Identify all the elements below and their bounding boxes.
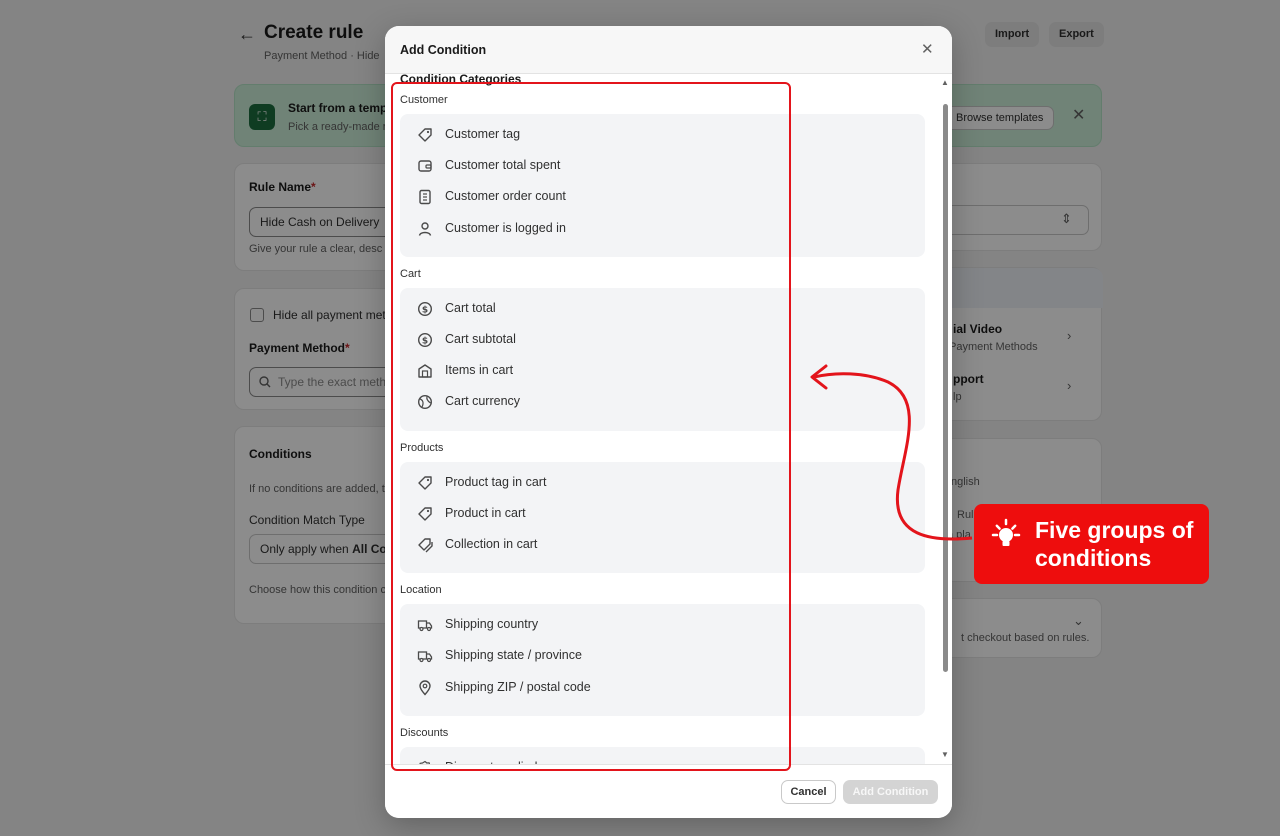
callout-line-2: conditions — [1035, 545, 1152, 571]
annotation-callout: Five groups of conditions — [974, 504, 1209, 584]
lightbulb-icon — [991, 518, 1021, 546]
modal-header: Add Condition ✕ — [385, 26, 952, 74]
highlight-box — [391, 82, 791, 771]
add-condition-button[interactable]: Add Condition — [843, 780, 938, 804]
scroll-up-arrow-icon[interactable]: ▲ — [941, 78, 949, 87]
callout-text: Five groups of conditions — [1035, 516, 1193, 572]
callout-line-1: Five groups of — [1035, 517, 1194, 543]
close-icon[interactable]: ✕ — [921, 40, 934, 58]
modal-footer: Cancel Add Condition — [385, 764, 952, 818]
cancel-button[interactable]: Cancel — [781, 780, 836, 804]
annotation-arrow-icon — [810, 364, 973, 541]
modal-title: Add Condition — [400, 43, 487, 57]
scroll-down-arrow-icon[interactable]: ▼ — [941, 750, 949, 759]
